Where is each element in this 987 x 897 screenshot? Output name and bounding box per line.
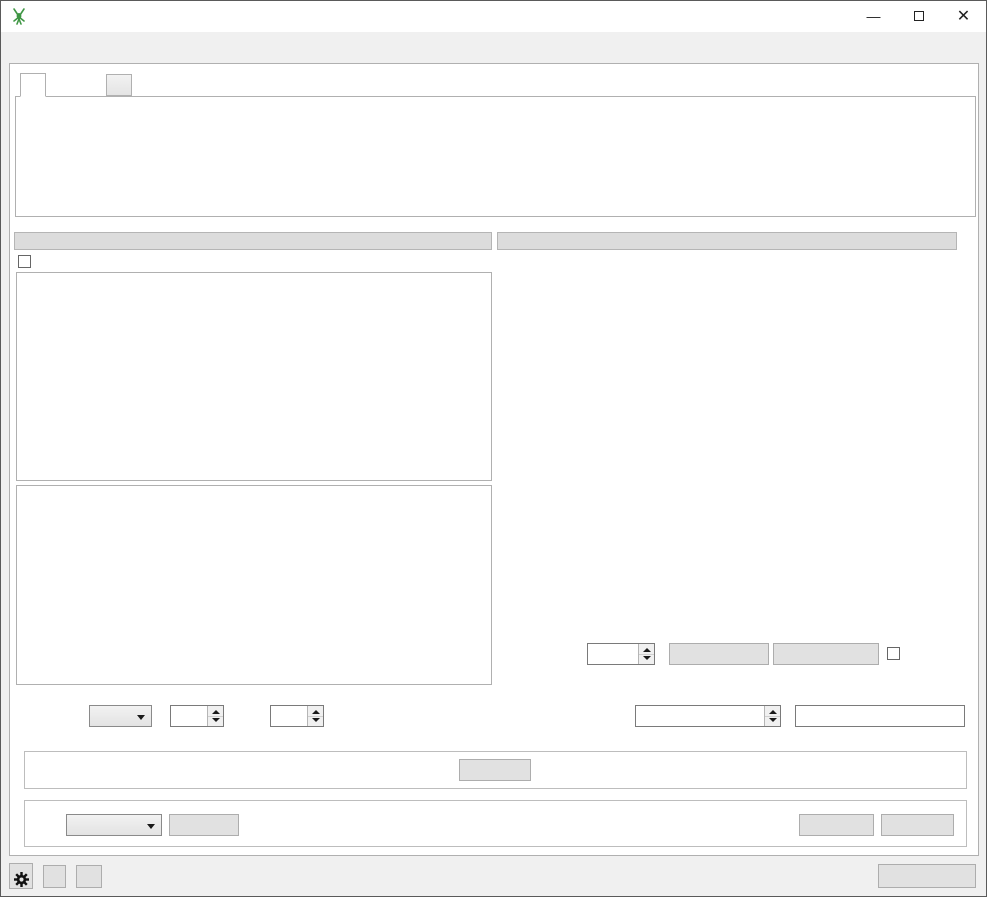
- help-button[interactable]: [43, 865, 66, 888]
- convfit-tab-pane: [9, 63, 979, 856]
- spinner-arrows-icon[interactable]: [764, 706, 780, 726]
- save-result-button[interactable]: [881, 814, 954, 836]
- tab-multiple-input[interactable]: [106, 74, 132, 96]
- close-button[interactable]: ✕: [941, 1, 986, 32]
- spinner-arrows-icon[interactable]: [307, 706, 323, 726]
- tab-single-input[interactable]: [20, 73, 46, 97]
- fit-function-header: [14, 232, 492, 250]
- see-full-function-checkbox[interactable]: [18, 255, 31, 268]
- python-button[interactable]: [76, 865, 102, 888]
- edit-result-button[interactable]: [799, 814, 874, 836]
- fit-spectra-to-spinbox[interactable]: [270, 705, 324, 727]
- mask-range-input[interactable]: [795, 705, 965, 727]
- plot-guess-checkbox[interactable]: [887, 647, 900, 660]
- fit-single-spectrum-button[interactable]: [669, 643, 769, 665]
- mantid-logo-icon: [10, 7, 28, 28]
- settings-button[interactable]: [9, 863, 33, 889]
- spinner-arrows-icon[interactable]: [207, 706, 223, 726]
- run-button[interactable]: [459, 759, 531, 781]
- spinner-arrows-icon[interactable]: [638, 644, 654, 664]
- indirect-data-analysis-window: — ✕: [0, 0, 987, 897]
- fit-spectra-from-spinbox[interactable]: [170, 705, 224, 727]
- plot-spectrum-spinbox[interactable]: [587, 643, 655, 665]
- sample-fit-plot[interactable]: [502, 252, 957, 474]
- difference-plot[interactable]: [502, 494, 957, 627]
- plot-current-preview-button[interactable]: [773, 643, 879, 665]
- chevron-down-icon: [137, 715, 145, 720]
- fit-settings-property-tree: [16, 485, 492, 685]
- fit-function-property-tree: [16, 272, 492, 481]
- output-plot-dropdown[interactable]: [66, 814, 162, 836]
- single-input-pane: [15, 96, 976, 217]
- chevron-down-icon: [147, 824, 155, 829]
- manage-directories-button[interactable]: [878, 864, 976, 888]
- mini-plots-header: [497, 232, 957, 250]
- maximize-button[interactable]: [896, 1, 941, 32]
- output-plot-button[interactable]: [169, 814, 239, 836]
- minimize-button[interactable]: —: [851, 1, 896, 32]
- title-bar: — ✕: [1, 1, 986, 32]
- gear-icon: [14, 872, 29, 887]
- fit-spectra-mode-dropdown[interactable]: [89, 705, 152, 727]
- mask-spectrum-spinbox[interactable]: [635, 705, 781, 727]
